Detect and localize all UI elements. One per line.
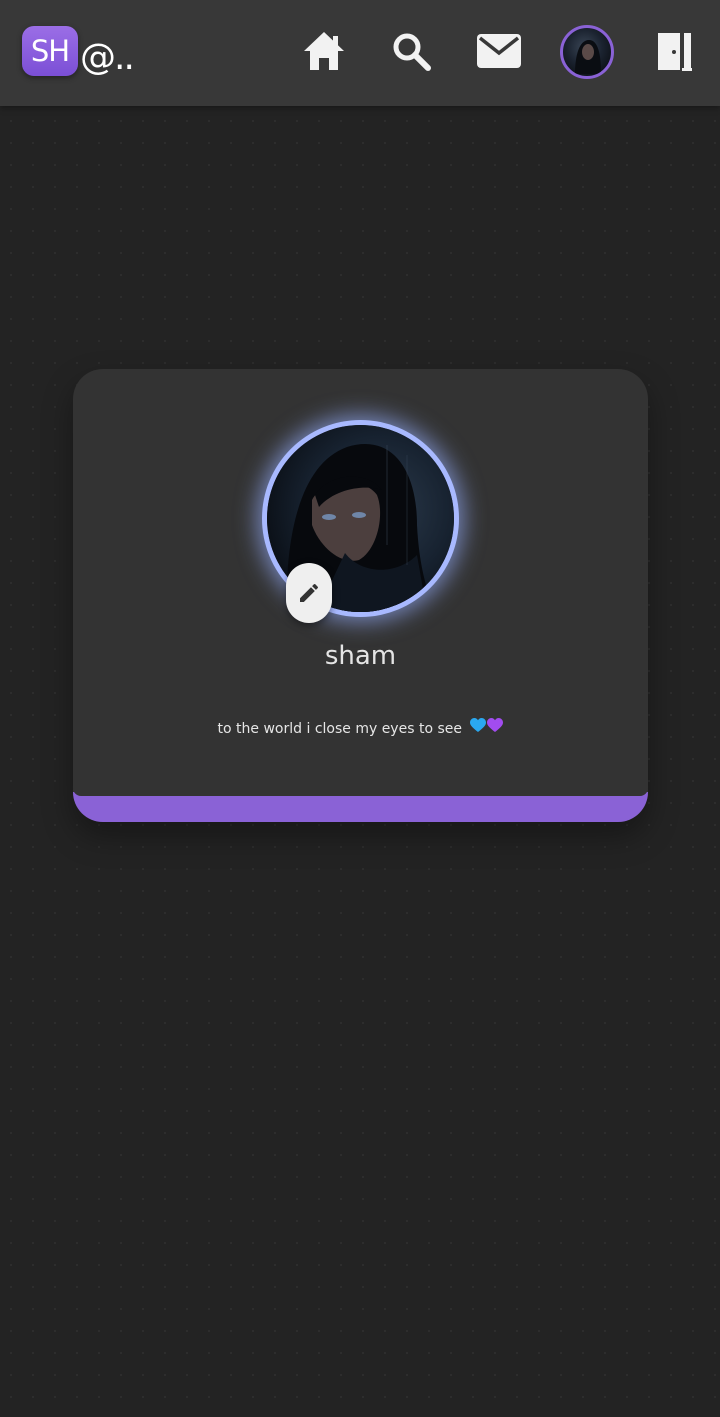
home-icon [304,32,344,70]
edit-profile-picture-button[interactable] [286,563,332,623]
profile-bio-line: to the world i close my eyes to see [73,717,648,741]
avatar [575,40,601,74]
mail-icon [477,34,521,68]
card-accent-bar [73,788,648,822]
profile-bio: to the world i close my eyes to see [217,721,462,737]
app-logo[interactable]: SH [22,26,78,76]
profile-username: sham [324,641,397,671]
messages-button[interactable] [475,24,523,78]
profile-card: sham to the world i close my eyes to see [73,369,648,822]
blue-heart-icon [470,718,487,732]
search-button[interactable] [387,24,435,78]
profile-avatar-button[interactable] [560,25,614,79]
top-navigation-bar: SH @.. [0,0,720,106]
heart-emojis [470,717,504,741]
logout-button[interactable] [652,24,696,78]
door-exit-icon [658,33,692,71]
user-handle: @.. [80,37,135,78]
purple-heart-icon [487,718,504,732]
pencil-icon [300,584,318,602]
home-button[interactable] [300,24,348,78]
search-icon [393,33,431,71]
